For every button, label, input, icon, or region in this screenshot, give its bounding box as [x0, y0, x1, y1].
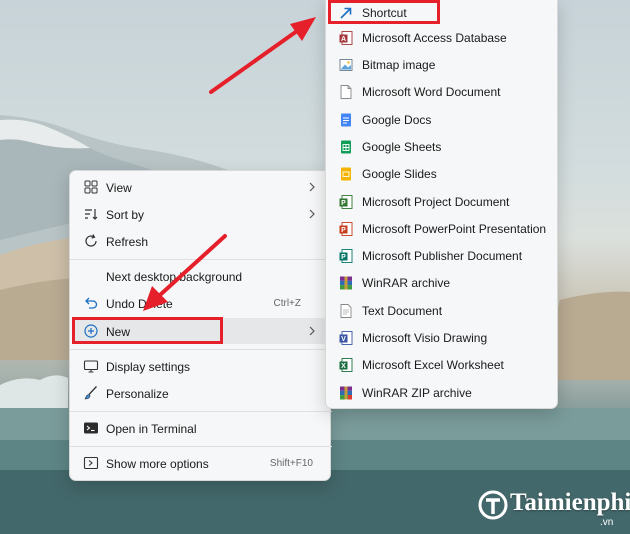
- watermark: Taimienphi .vn: [478, 482, 630, 532]
- annotation-arrows: [143, 17, 316, 311]
- watermark-name: Taimienphi: [510, 489, 630, 516]
- watermark-suffix: .vn: [600, 517, 614, 528]
- arrow-to-shortcut: [209, 17, 316, 94]
- arrow-to-new: [143, 234, 227, 311]
- taimienphi-logo-icon: [478, 490, 508, 520]
